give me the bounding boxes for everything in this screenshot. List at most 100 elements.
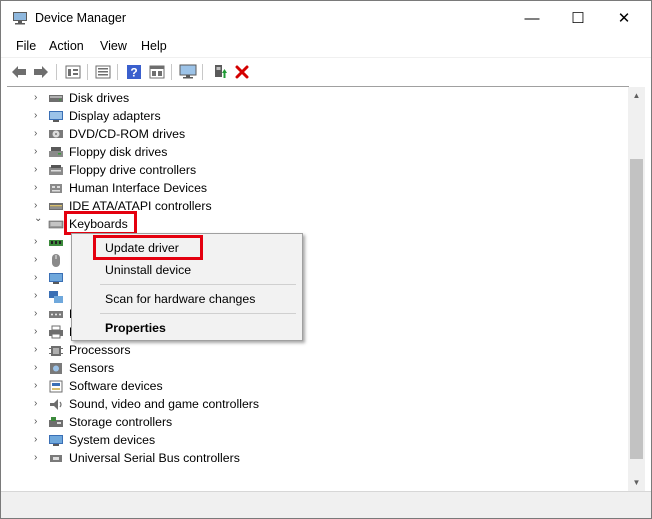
tree-node[interactable]: › Processors <box>7 341 607 359</box>
enable-device-button[interactable] <box>210 62 230 82</box>
chevron-right-icon[interactable]: › <box>34 308 44 320</box>
scroll-up-icon[interactable]: ▲ <box>628 87 645 104</box>
chevron-right-icon[interactable]: › <box>34 254 44 266</box>
scan-hardware-button[interactable] <box>178 62 198 82</box>
chevron-right-icon[interactable]: › <box>34 164 44 176</box>
toolbar: ? <box>1 57 651 86</box>
chevron-right-icon[interactable]: › <box>34 380 44 392</box>
tree-node[interactable]: ⌄ Keyboards <box>7 213 607 233</box>
tree-node-label: System devices <box>69 433 156 447</box>
context-menu-separator <box>100 313 296 314</box>
chevron-right-icon[interactable]: › <box>34 200 44 212</box>
chevron-right-icon[interactable]: › <box>34 290 44 302</box>
tree-node-label: Human Interface Devices <box>69 181 208 195</box>
chevron-right-icon[interactable]: › <box>34 272 44 284</box>
chevron-down-icon[interactable]: ⌄ <box>34 213 44 225</box>
tree-node[interactable]: › Disk drives <box>7 89 607 107</box>
tree-node-label: Floppy drive controllers <box>69 163 197 177</box>
dvd-drive-icon <box>49 130 63 138</box>
ports-icon <box>49 311 63 318</box>
chevron-right-icon[interactable]: › <box>34 416 44 428</box>
update-driver-menu-item[interactable]: Update driver <box>105 241 179 255</box>
chevron-right-icon[interactable]: › <box>34 362 44 374</box>
menu-action[interactable]: Action <box>49 39 84 53</box>
tree-node-label: Floppy disk drives <box>69 145 168 159</box>
chevron-right-icon[interactable]: › <box>34 434 44 446</box>
chevron-right-icon[interactable]: › <box>34 110 44 122</box>
device-manager-app-icon <box>13 12 27 25</box>
tree-node[interactable]: › Software devices <box>7 377 607 395</box>
properties-button[interactable] <box>63 62 83 82</box>
tree-node[interactable]: › Storage controllers <box>7 413 607 431</box>
floppy-controller-icon <box>49 165 63 175</box>
back-button[interactable] <box>9 62 29 82</box>
view-icon <box>149 65 165 79</box>
tree-node[interactable]: › System devices <box>7 431 607 449</box>
menu-view[interactable]: View <box>100 39 127 53</box>
display-adapter-icon <box>49 111 63 122</box>
scroll-thumb[interactable] <box>630 159 643 459</box>
svg-text:?: ? <box>130 66 137 80</box>
tree-node-label: DVD/CD-ROM drives <box>69 127 186 141</box>
scan-hardware-menu-item[interactable]: Scan for hardware changes <box>105 292 255 306</box>
menu-help[interactable]: Help <box>141 39 167 53</box>
tree-node[interactable]: › Human Interface Devices <box>7 179 607 197</box>
chevron-right-icon[interactable]: › <box>34 92 44 104</box>
context-menu-separator <box>100 284 296 285</box>
tree-node[interactable]: › Floppy disk drives <box>7 143 607 161</box>
help-button[interactable]: ? <box>124 62 144 82</box>
software-device-icon <box>49 380 63 393</box>
toolbar-separator <box>171 64 172 80</box>
tree-node[interactable]: › IDE ATA/ATAPI controllers <box>7 197 607 215</box>
tree-node[interactable]: › Sensors <box>7 359 607 377</box>
tree-node-label: Software devices <box>69 379 163 393</box>
toolbar-separator <box>56 64 57 80</box>
maximize-button[interactable]: ☐ <box>555 1 601 35</box>
scroll-down-icon[interactable]: ▼ <box>628 474 645 491</box>
status-bar <box>1 491 651 518</box>
toolbar-separator <box>202 64 203 80</box>
tree-node[interactable]: › Universal Serial Bus controllers <box>7 449 607 467</box>
network-adapter-icon <box>49 291 63 303</box>
chevron-right-icon[interactable]: › <box>34 452 44 464</box>
disk-drive-icon <box>49 95 63 102</box>
back-icon <box>12 66 26 78</box>
help-icon: ? <box>127 65 141 80</box>
tree-node[interactable]: › DVD/CD-ROM drives <box>7 125 607 143</box>
menu-file[interactable]: File <box>16 39 36 53</box>
close-button[interactable]: ✕ <box>601 1 647 35</box>
monitor-icon <box>49 273 63 284</box>
uninstall-device-menu-item[interactable]: Uninstall device <box>105 263 191 277</box>
show-tree-button[interactable] <box>93 62 113 82</box>
mouse-icon <box>52 254 60 267</box>
toolbar-separator <box>117 64 118 80</box>
minimize-button[interactable]: — <box>509 1 555 35</box>
processor-icon <box>49 346 63 356</box>
tree-node-label: Processors <box>69 343 131 357</box>
view-button[interactable] <box>147 62 167 82</box>
chevron-right-icon[interactable]: › <box>34 128 44 140</box>
printer-icon <box>49 325 63 339</box>
tree-node-label: Storage controllers <box>69 415 173 429</box>
forward-button[interactable] <box>31 62 51 82</box>
tree-node-label: Disk drives <box>69 91 130 105</box>
chevron-right-icon[interactable]: › <box>34 146 44 158</box>
tree-icon <box>95 65 111 79</box>
tree-node[interactable]: › Display adapters <box>7 107 607 125</box>
tree-node[interactable]: › Sound, video and game controllers <box>7 395 607 413</box>
properties-icon <box>65 65 81 79</box>
maximize-icon: ☐ <box>571 10 585 27</box>
chevron-right-icon[interactable]: › <box>34 236 44 248</box>
window-title: Device Manager <box>35 11 127 25</box>
chevron-right-icon[interactable]: › <box>34 344 44 356</box>
tree-node[interactable]: › Floppy drive controllers <box>7 161 607 179</box>
uninstall-icon <box>235 65 249 79</box>
uninstall-button[interactable] <box>232 62 252 82</box>
properties-menu-item[interactable]: Properties <box>105 321 166 335</box>
chevron-right-icon[interactable]: › <box>34 326 44 338</box>
chevron-right-icon[interactable]: › <box>34 398 44 410</box>
vertical-scrollbar[interactable]: ▲ ▼ <box>628 87 645 491</box>
title-bar: Device Manager — ☐ ✕ <box>1 1 651 35</box>
chevron-right-icon[interactable]: › <box>34 182 44 194</box>
close-icon: ✕ <box>617 10 631 27</box>
